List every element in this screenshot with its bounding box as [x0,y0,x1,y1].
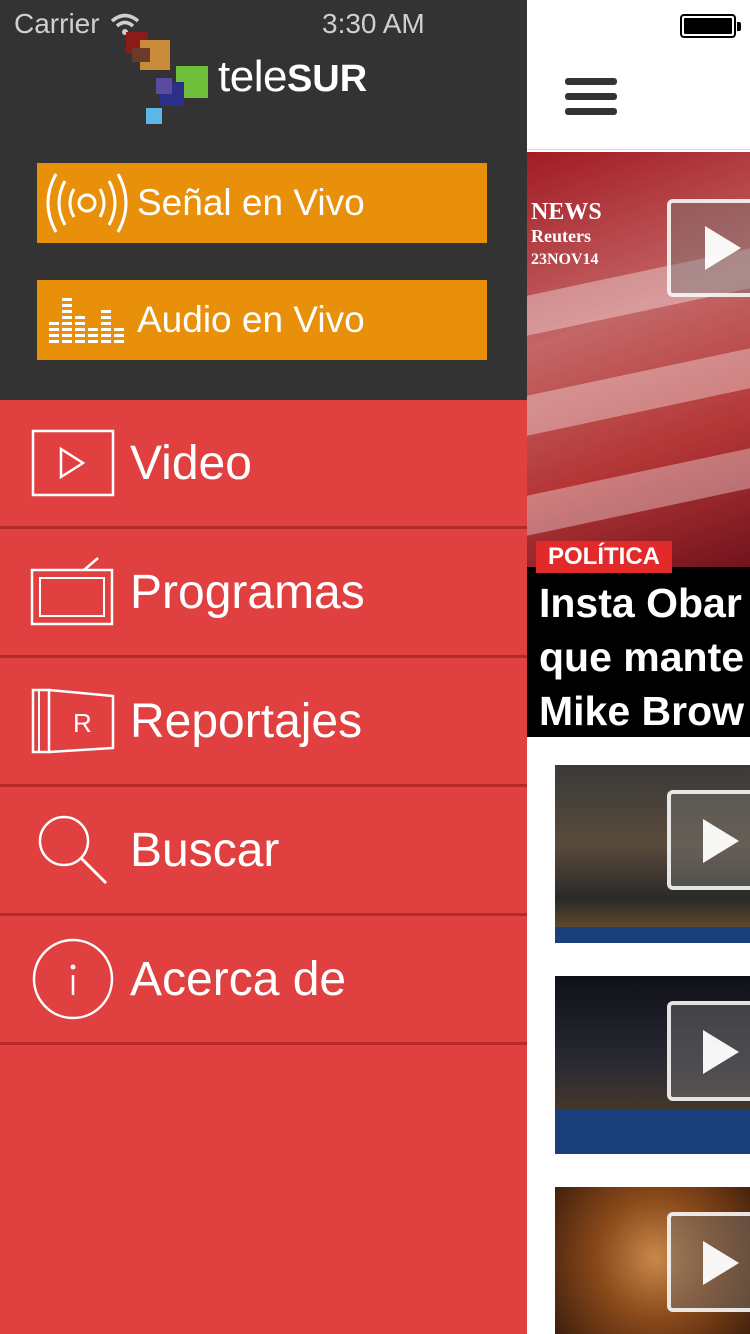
video-thumbnail[interactable] [555,976,750,1154]
telesur-logo-mark [126,32,208,124]
info-icon [28,934,118,1024]
menu-label-reportajes: Reportajes [130,694,363,748]
menu-item-acerca[interactable]: Acerca de [0,916,527,1045]
live-audio-button[interactable]: Audio en Vivo [37,280,487,360]
menu-item-buscar[interactable]: Buscar [0,787,527,916]
news-watermark: NEWS Reuters 23NOV14 [531,200,602,272]
menu-label-video: Video [130,436,252,490]
menu-item-programas[interactable]: Programas [0,529,527,658]
news-watermark-source: Reuters [531,226,591,246]
category-badge: POLÍTICA [536,541,672,573]
side-drawer: Carrier 3:30 AM teleSUR Señal en Vivo Au… [0,0,527,1334]
news-watermark-logo: NEWS [531,199,602,225]
video-ticker-bar [555,927,750,943]
carrier-label: Carrier [14,8,100,39]
video-thumbnail[interactable] [555,1187,750,1334]
play-icon[interactable] [667,199,750,297]
telesur-logo[interactable]: teleSUR [124,30,404,125]
svg-text:R: R [73,708,92,738]
title-line: Insta Obar [539,580,742,626]
title-line: Mike Brow [539,688,745,734]
menu-label-buscar: Buscar [130,823,280,877]
news-watermark-date: 23NOV14 [531,251,599,268]
logo-text-bold: SUR [286,58,368,100]
drawer-header: Carrier 3:30 AM teleSUR Señal en Vivo Au… [0,0,527,400]
video-play-icon [28,418,118,508]
main-content: NEWS Reuters 23NOV14 POLÍTICA Insta Obar… [527,0,750,1334]
play-icon[interactable] [667,1212,750,1312]
equalizer-icon [37,280,137,360]
hamburger-menu-icon[interactable] [565,78,617,116]
video-thumbnail[interactable] [555,765,750,943]
featured-story[interactable]: NEWS Reuters 23NOV14 POLÍTICA Insta Obar… [527,152,750,737]
featured-story-title: Insta Obar que mante Mike Brow [539,576,750,737]
live-audio-label: Audio en Vivo [137,299,365,340]
battery-icon [680,14,741,38]
menu-item-video[interactable]: Video [0,400,527,529]
logo-wordmark: teleSUR [218,52,367,102]
play-icon[interactable] [667,1001,750,1101]
play-icon[interactable] [667,790,750,890]
broadcast-icon [37,163,137,243]
video-ticker-bar [555,1110,750,1154]
live-signal-label: Señal en Vivo [137,182,365,223]
status-carrier-group: Carrier [14,8,140,40]
menu-item-reportajes[interactable]: R Reportajes [0,658,527,787]
title-line: que mante [539,634,745,680]
logo-text-light: tele [218,52,287,101]
live-signal-button[interactable]: Señal en Vivo [37,163,487,243]
main-header [527,0,750,150]
tv-icon [28,547,118,637]
menu-label-programas: Programas [130,565,365,619]
featured-story-image: NEWS Reuters 23NOV14 [527,152,750,567]
reportajes-icon: R [28,676,118,766]
search-icon [28,805,118,895]
menu-label-acerca: Acerca de [130,952,347,1006]
